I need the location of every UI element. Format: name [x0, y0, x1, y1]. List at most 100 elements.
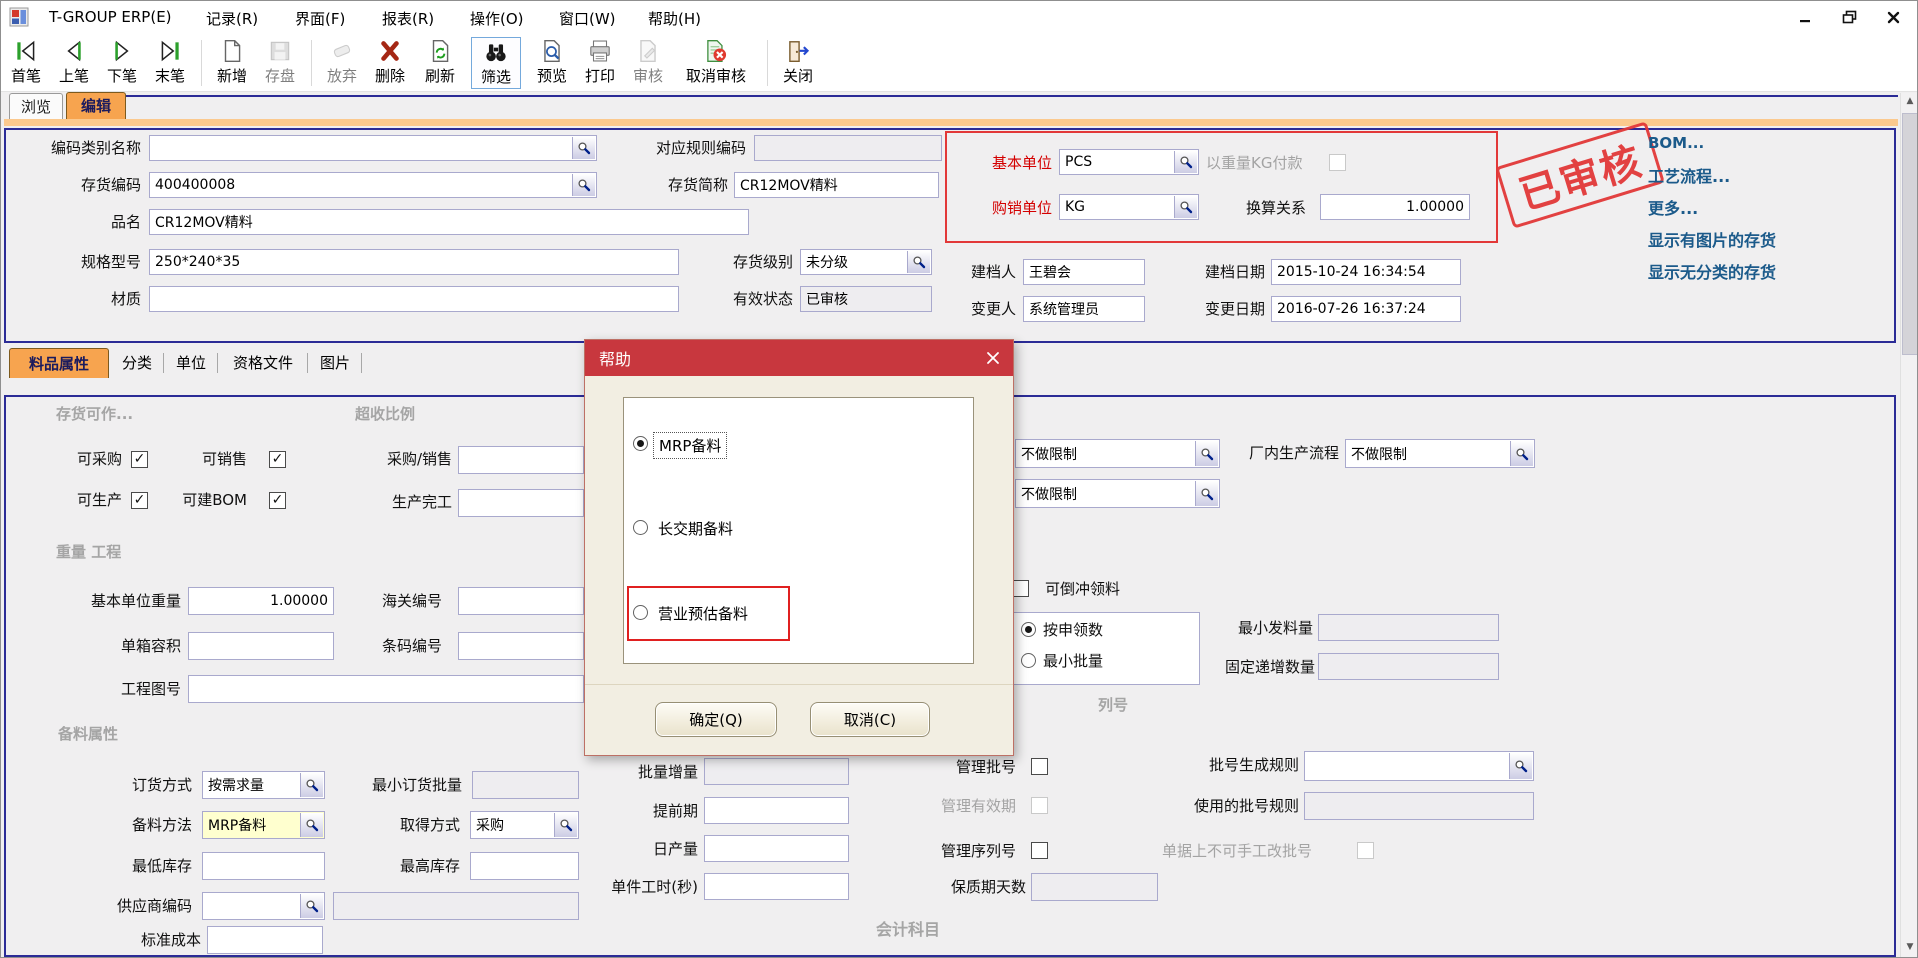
menu-ui[interactable]: 界面(F) — [295, 8, 345, 29]
dialog-title-bar[interactable]: 帮助 — [585, 340, 1013, 376]
menu-record[interactable]: 记录(R) — [206, 8, 258, 29]
production-finish-ratio-field[interactable] — [458, 489, 584, 517]
acquire-mode-field[interactable]: 采购 — [470, 811, 579, 839]
scroll-up-arrow[interactable]: ▲ — [1901, 93, 1918, 109]
by-request-radio[interactable] — [1021, 622, 1036, 637]
manage-serial-checkbox[interactable] — [1031, 842, 1048, 859]
subtab-units[interactable]: 单位 — [167, 349, 215, 377]
restriction-field-2[interactable]: 不做限制 — [1015, 479, 1220, 508]
menu-window[interactable]: 窗口(W) — [559, 8, 616, 29]
option-mrp-label[interactable]: MRP备料 — [653, 432, 727, 459]
lookup-icon[interactable] — [572, 137, 595, 159]
purchase-sale-ratio-field[interactable] — [458, 446, 584, 474]
prep-method-field[interactable]: MRP备料 — [202, 811, 325, 839]
material-field[interactable] — [149, 286, 679, 312]
subtab-classification[interactable]: 分类 — [113, 349, 161, 377]
manage-validity-checkbox[interactable] — [1031, 797, 1048, 814]
minimize-icon — [1799, 11, 1811, 23]
spec-field[interactable]: 250*240*35 — [149, 249, 679, 275]
link-show-with-image[interactable]: 显示有图片的存货 — [1648, 227, 1776, 251]
link-show-unclassified[interactable]: 显示无分类的存货 — [1648, 259, 1776, 283]
toolbar-new-button[interactable]: 新增 — [209, 37, 255, 89]
toolbar-audit-button[interactable]: 审核 — [625, 37, 671, 89]
option-mrp-radio[interactable] — [633, 436, 648, 451]
close-button[interactable] — [1883, 8, 1903, 26]
std-cost-field[interactable] — [207, 926, 323, 954]
item-code-field[interactable]: 400400008 — [149, 172, 597, 198]
toolbar-prev-button[interactable]: 上笔 — [51, 37, 97, 89]
option-long-lead-label[interactable]: 长交期备料 — [653, 516, 738, 541]
restriction-field-1[interactable]: 不做限制 — [1015, 439, 1220, 468]
menu-file[interactable]: T-GROUP ERP(E) — [49, 8, 172, 26]
toolbar-abandon-button[interactable]: 放弃 — [319, 37, 365, 89]
drawing-number-field[interactable] — [188, 675, 584, 703]
lookup-icon[interactable] — [1195, 441, 1218, 466]
item-abbr-field[interactable]: CR12MOV精料 — [734, 172, 939, 198]
coding-category-field[interactable] — [149, 135, 597, 161]
order-mode-field[interactable]: 按需求量 — [202, 771, 325, 799]
toolbar-delete-button[interactable]: 删除 — [367, 37, 413, 89]
toolbar-filter-button[interactable]: 筛选 — [471, 37, 521, 89]
menu-help[interactable]: 帮助(H) — [648, 8, 701, 29]
barcode-field[interactable] — [458, 632, 584, 660]
producible-checkbox[interactable] — [131, 492, 148, 509]
lookup-icon[interactable] — [1174, 196, 1197, 218]
option-long-lead-radio[interactable] — [633, 520, 648, 535]
lookup-icon[interactable] — [1509, 753, 1532, 779]
lookup-icon[interactable] — [1510, 441, 1533, 466]
toolbar-refresh-button[interactable]: 刷新 — [415, 37, 465, 89]
vertical-scrollbar[interactable]: ▲ ▼ — [1900, 93, 1918, 957]
customs-code-field[interactable] — [458, 587, 584, 615]
trade-unit-field[interactable]: KG — [1059, 194, 1199, 220]
dialog-cancel-button[interactable]: 取消(C) — [810, 702, 930, 737]
lookup-icon[interactable] — [572, 174, 595, 196]
toolbar-first-button[interactable]: 首笔 — [3, 37, 49, 89]
lookup-icon[interactable] — [300, 894, 323, 918]
link-process-flow[interactable]: 工艺流程... — [1648, 163, 1730, 187]
toolbar-next-button[interactable]: 下笔 — [99, 37, 145, 89]
min-batch-radio[interactable] — [1021, 653, 1036, 668]
factory-flow-field[interactable]: 不做限制 — [1345, 439, 1535, 468]
toolbar-save-button[interactable]: 存盘 — [257, 37, 303, 89]
lookup-icon[interactable] — [1174, 151, 1197, 173]
supplier-code-field[interactable] — [202, 892, 325, 920]
link-bom[interactable]: BOM... — [1648, 134, 1704, 152]
item-name-field[interactable]: CR12MOV精料 — [149, 209, 749, 235]
subtab-item-attributes[interactable]: 料品属性 — [9, 348, 109, 378]
conversion-field[interactable]: 1.00000 — [1320, 194, 1470, 220]
lead-time-field[interactable] — [704, 797, 849, 824]
backflush-checkbox[interactable] — [1012, 580, 1029, 597]
base-unit-field[interactable]: PCS — [1059, 149, 1199, 175]
toolbar-print-button[interactable]: 打印 — [577, 37, 623, 89]
lookup-icon[interactable] — [1195, 481, 1218, 506]
toolbar-last-button[interactable]: 末笔 — [147, 37, 193, 89]
sellable-checkbox[interactable] — [269, 451, 286, 468]
lookup-icon[interactable] — [300, 813, 323, 837]
min-stock-field[interactable] — [202, 852, 325, 880]
tab-edit[interactable]: 编辑 — [66, 92, 126, 119]
toolbar-cancel-audit-button[interactable]: 取消审核 — [673, 37, 759, 89]
pay-by-weight-checkbox[interactable] — [1329, 154, 1346, 171]
lookup-icon[interactable] — [300, 773, 323, 797]
toolbar-close-button[interactable]: 关闭 — [775, 37, 821, 89]
no-manual-batch-checkbox[interactable] — [1357, 842, 1374, 859]
daily-output-field[interactable] — [704, 835, 849, 862]
scroll-down-arrow[interactable]: ▼ — [1901, 939, 1918, 955]
toolbar-preview-button[interactable]: 预览 — [529, 37, 575, 89]
menu-operate[interactable]: 操作(O) — [470, 8, 524, 29]
subtab-images[interactable]: 图片 — [311, 349, 359, 377]
purchasable-checkbox[interactable] — [131, 451, 148, 468]
restore-button[interactable] — [1839, 8, 1859, 26]
link-more[interactable]: 更多... — [1648, 195, 1698, 219]
can-build-bom-checkbox[interactable] — [269, 492, 286, 509]
tab-browse[interactable]: 浏览 — [9, 93, 63, 120]
scrollbar-thumb[interactable] — [1902, 113, 1918, 355]
menu-report[interactable]: 报表(R) — [382, 8, 434, 29]
unit-hours-field[interactable] — [704, 873, 849, 900]
subtab-qualification[interactable]: 资格文件 — [221, 349, 305, 377]
batch-rule-field[interactable] — [1304, 751, 1534, 781]
manage-batch-checkbox[interactable] — [1031, 758, 1048, 775]
minimize-button[interactable] — [1795, 8, 1815, 26]
dialog-close-button[interactable] — [985, 350, 1001, 370]
dialog-ok-button[interactable]: 确定(Q) — [655, 702, 777, 737]
